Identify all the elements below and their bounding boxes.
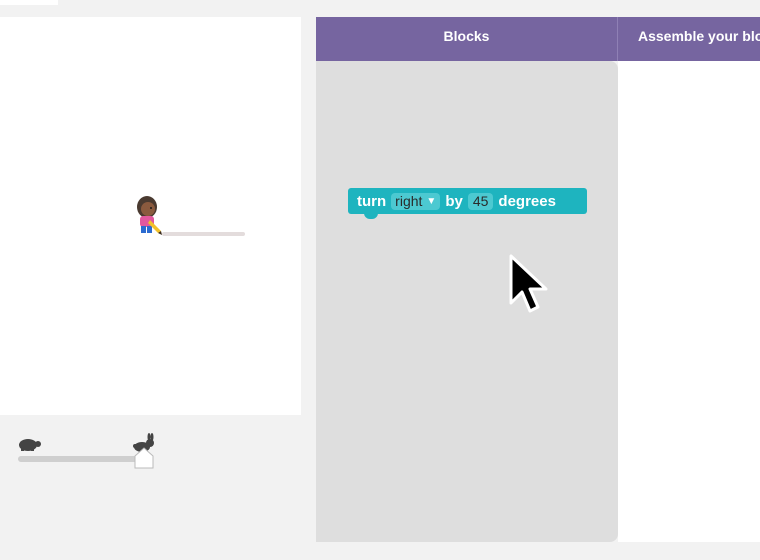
block-by-label: by bbox=[445, 192, 463, 210]
blocks-header: Blocks bbox=[443, 28, 490, 44]
speed-slider-track[interactable] bbox=[18, 456, 146, 462]
artist-character-icon bbox=[137, 196, 162, 235]
header-divider bbox=[617, 17, 618, 61]
dropdown-arrow-icon: ▼ bbox=[426, 195, 437, 207]
block-workspace[interactable] bbox=[618, 61, 760, 545]
angle-field[interactable]: 45 bbox=[467, 192, 494, 210]
top-strip bbox=[58, 0, 760, 14]
top-tab bbox=[0, 0, 58, 5]
direction-dropdown[interactable]: right ▼ bbox=[391, 192, 441, 210]
mouse-cursor-icon bbox=[509, 254, 548, 313]
drawn-line bbox=[162, 232, 245, 236]
turtle-icon bbox=[19, 439, 41, 451]
bottom-strip bbox=[0, 542, 760, 560]
block-unit-label: degrees bbox=[498, 192, 556, 210]
direction-value: right bbox=[395, 192, 423, 209]
block-verb: turn bbox=[357, 192, 387, 210]
header-bar: Blocks Assemble your bloc bbox=[316, 17, 760, 61]
block-toolbox bbox=[316, 61, 618, 542]
workspace-header: Assemble your bloc bbox=[638, 28, 760, 44]
speed-slider-thumb[interactable] bbox=[134, 447, 154, 469]
turn-block[interactable]: turn right ▼ by 45 degrees bbox=[348, 188, 587, 219]
